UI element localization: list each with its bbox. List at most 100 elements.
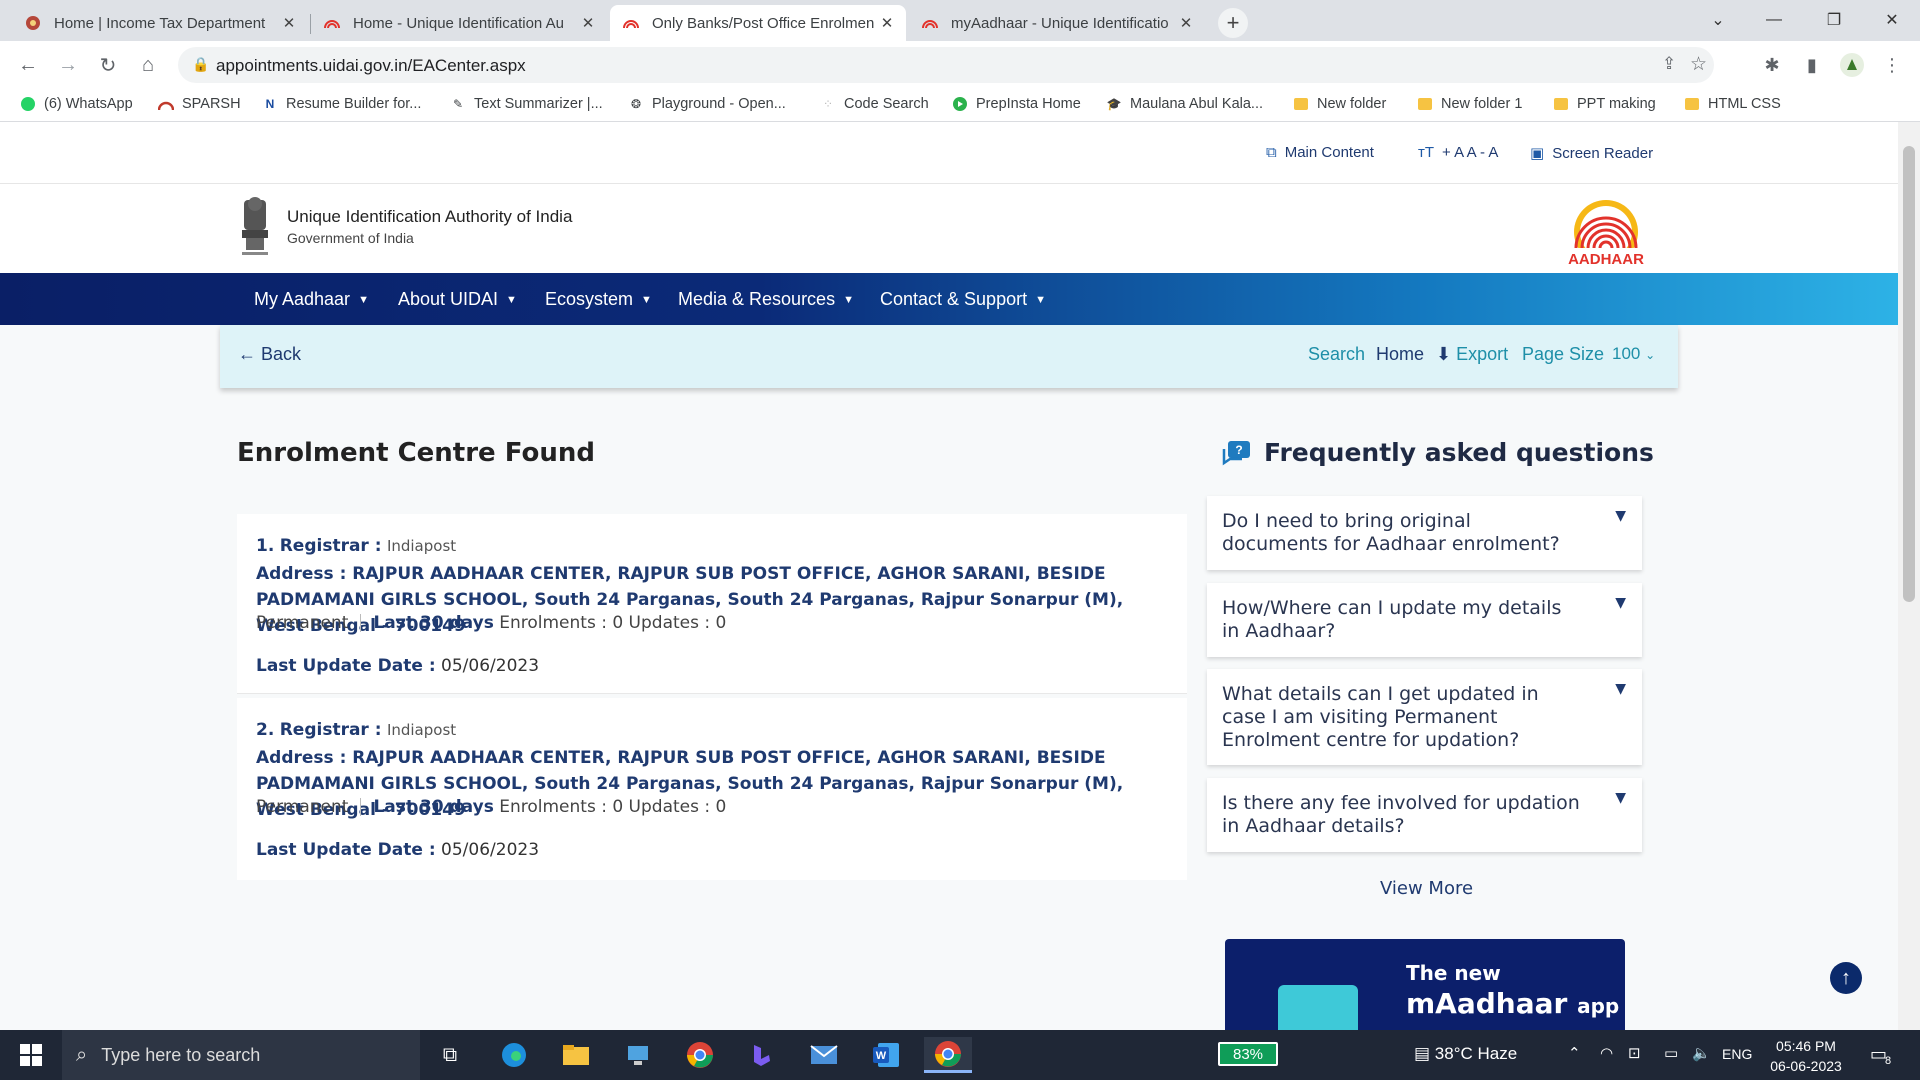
text-size-controls[interactable]: ᴛT + A A - A <box>1418 144 1498 161</box>
whatsapp-icon <box>20 96 36 112</box>
language-indicator[interactable]: ENG <box>1722 1046 1752 1062</box>
close-window-icon[interactable]: ✕ <box>1870 4 1914 36</box>
faq-item[interactable]: What details can I get updated in case I… <box>1207 669 1642 765</box>
maadhaar-app-banner[interactable]: The new mAadhaar app <box>1225 939 1625 1030</box>
chevron-down-icon[interactable]: ▼ <box>1615 790 1626 806</box>
minimize-icon[interactable]: — <box>1752 4 1796 36</box>
bookmark-html-css[interactable]: HTML CSS <box>1684 96 1781 112</box>
volume-icon[interactable]: 🔈 <box>1692 1044 1711 1062</box>
forward-arrow-icon[interactable]: → <box>52 49 84 81</box>
view-more-link[interactable]: View More <box>1380 878 1473 899</box>
url-text[interactable]: appointments.uidai.gov.in/EACenter.aspx <box>216 56 526 76</box>
screen-reader-label: Screen Reader <box>1552 144 1654 162</box>
bookmark-resume[interactable]: N Resume Builder for... <box>262 96 422 112</box>
tab-search-icon[interactable]: ⌄ <box>1696 4 1740 36</box>
notification-count: 8 <box>1885 1055 1892 1067</box>
scrollbar-thumb[interactable] <box>1903 146 1915 602</box>
nav-my-aadhaar[interactable]: My Aadhaar ▼ <box>254 289 369 310</box>
faq-item[interactable]: How/Where can I update my details in Aad… <box>1207 583 1642 657</box>
page-scrollbar[interactable] <box>1898 122 1920 1030</box>
nav-label: Ecosystem <box>545 289 634 309</box>
registrar-value: Indiapost <box>386 721 457 739</box>
chevron-down-icon[interactable]: ▼ <box>1615 681 1626 697</box>
tab-title: myAadhaar - Unique Identificatio <box>951 14 1169 32</box>
tab-uidai-home[interactable]: Home - Unique Identification Au ✕ <box>311 5 607 41</box>
bookmark-star-icon[interactable]: ☆ <box>1690 53 1707 76</box>
screen-reader-link[interactable]: ▣ Screen Reader <box>1530 144 1654 163</box>
pc-app-icon[interactable] <box>614 1037 662 1073</box>
faq-item[interactable]: Is there any fee involved for updation i… <box>1207 778 1642 852</box>
wifi-icon[interactable]: ◠ <box>1600 1044 1613 1062</box>
back-button[interactable]: ← Back <box>238 344 301 365</box>
chevron-down-icon[interactable]: ▼ <box>1615 595 1626 611</box>
scroll-to-top-button[interactable]: ↑ <box>1830 962 1862 994</box>
nav-ecosystem[interactable]: Ecosystem ▼ <box>545 289 652 310</box>
nav-media-resources[interactable]: Media & Resources ▼ <box>678 289 854 310</box>
bookmark-ppt-making[interactable]: PPT making <box>1553 96 1656 112</box>
close-tab-icon[interactable]: ✕ <box>579 14 597 32</box>
search-link[interactable]: Search <box>1308 344 1365 365</box>
chevron-down-icon[interactable]: ▼ <box>1615 508 1626 524</box>
page-title: Enrolment Centre Found <box>237 438 595 468</box>
tab-myaadhaar[interactable]: myAadhaar - Unique Identificatio ✕ <box>909 5 1205 41</box>
side-panel-icon[interactable]: ▮ <box>1796 49 1828 81</box>
bookmark-label: New folder <box>1317 96 1387 112</box>
bookmark-new-folder[interactable]: New folder <box>1293 96 1386 112</box>
tab-enrolment-centre[interactable]: Only Banks/Post Office Enrolmen ✕ <box>610 5 906 41</box>
task-view-icon[interactable]: ⧉ <box>426 1037 474 1073</box>
mail-icon[interactable] <box>800 1037 848 1073</box>
address-bar[interactable]: 🔒 appointments.uidai.gov.in/EACenter.asp… <box>178 47 1714 83</box>
bookmark-playground[interactable]: ❂ Playground - Open... <box>628 96 786 112</box>
close-tab-icon[interactable]: ✕ <box>1177 14 1195 32</box>
lock-icon[interactable]: 🔒 <box>192 56 209 73</box>
file-explorer-icon[interactable] <box>552 1037 600 1073</box>
reload-icon[interactable]: ↻ <box>92 49 124 81</box>
chrome-menu-icon[interactable]: ⋮ <box>1876 49 1908 81</box>
edge-icon[interactable] <box>490 1037 538 1073</box>
chrome-icon[interactable] <box>676 1037 724 1073</box>
nav-about-uidai[interactable]: About UIDAI ▼ <box>398 289 517 310</box>
extensions-icon[interactable]: ✱ <box>1756 49 1788 81</box>
close-tab-icon[interactable]: ✕ <box>280 14 298 32</box>
new-tab-button[interactable]: + <box>1218 8 1248 38</box>
faq-chat-icon: ? <box>1222 440 1250 465</box>
nav-contact-support[interactable]: Contact & Support ▼ <box>880 289 1046 310</box>
bing-icon[interactable] <box>738 1037 786 1073</box>
weather-widget[interactable]: ▤ 38°C Haze <box>1414 1044 1517 1064</box>
page-size-select[interactable]: 100 ⌄ <box>1612 344 1655 364</box>
faq-item[interactable]: Do I need to bring original documents fo… <box>1207 496 1642 570</box>
chevron-up-icon[interactable]: ⌃ <box>1568 1044 1581 1062</box>
word-icon[interactable]: W <box>862 1037 910 1073</box>
bookmark-new-folder-1[interactable]: New folder 1 <box>1417 96 1522 112</box>
registrar-value: Indiapost <box>386 537 457 555</box>
notifications-icon[interactable]: ▭8 <box>1870 1044 1893 1067</box>
bookmark-summarizer[interactable]: ✎ Text Summarizer |... <box>450 96 603 112</box>
restore-icon[interactable]: ❐ <box>1812 4 1856 36</box>
bookmark-whatsapp[interactable]: (6) WhatsApp <box>20 96 133 112</box>
aadhaar-logo[interactable]: AADHAAR <box>1550 192 1662 268</box>
battery-indicator[interactable]: 83% <box>1218 1042 1278 1066</box>
export-label: Export <box>1456 344 1509 364</box>
bookmark-prepinsta[interactable]: PrepInsta Home <box>952 96 1081 112</box>
page-size-value: 100 <box>1612 344 1641 363</box>
system-clock[interactable]: 05:46 PM 06-06-2023 <box>1766 1036 1846 1076</box>
tab-income-tax[interactable]: Home | Income Tax Department ✕ <box>12 5 308 41</box>
main-content-link[interactable]: ⧉ Main Content <box>1266 144 1374 161</box>
share-icon[interactable]: ⇪ <box>1662 54 1676 74</box>
home-link[interactable]: Home <box>1376 344 1424 365</box>
windows-start-icon[interactable] <box>0 1030 62 1080</box>
bookmark-sparsh[interactable]: SPARSH <box>158 96 241 112</box>
export-button[interactable]: ⬇ Export <box>1436 344 1508 365</box>
chrome-active-icon[interactable] <box>924 1037 972 1073</box>
bookmark-maulana[interactable]: 🎓 Maulana Abul Kala... <box>1106 96 1264 112</box>
device-icon[interactable]: ⊡ <box>1628 1044 1641 1062</box>
bookmark-code-search[interactable]: ⁘ Code Search <box>820 96 929 112</box>
clock-time: 05:46 PM <box>1776 1038 1836 1054</box>
close-tab-icon[interactable]: ✕ <box>878 14 896 32</box>
back-arrow-icon[interactable]: ← <box>12 49 44 81</box>
battery-icon[interactable]: ▭ <box>1664 1044 1678 1062</box>
profile-avatar-icon[interactable] <box>1836 49 1868 81</box>
registrar-label: Registrar : <box>279 536 382 556</box>
home-icon[interactable]: ⌂ <box>132 49 164 81</box>
taskbar-search[interactable]: ⌕ Type here to search <box>62 1030 420 1080</box>
